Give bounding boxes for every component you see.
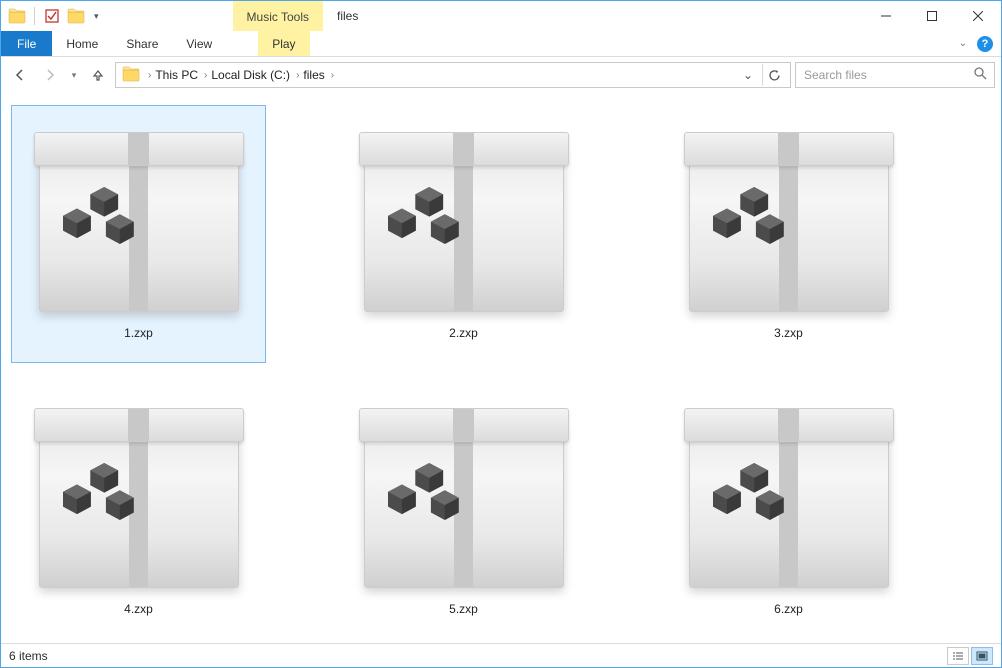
- help-icon[interactable]: ?: [977, 36, 993, 52]
- window-title: files: [323, 1, 372, 31]
- contextual-tab-area: Music Tools: [233, 1, 323, 31]
- qat-dropdown-icon[interactable]: ▾: [90, 11, 103, 22]
- address-bar[interactable]: › This PC› Local Disk (C:)› files› ⌄: [115, 62, 791, 88]
- ribbon-tabs: File Home Share View Play ⌄ ?: [1, 31, 1001, 57]
- minimize-button[interactable]: [863, 1, 909, 31]
- quick-access-toolbar: ▾: [1, 1, 103, 31]
- crumb-local-disk[interactable]: Local Disk (C:)›: [209, 68, 301, 82]
- forward-button[interactable]: [37, 62, 63, 88]
- crumb-root-chevron[interactable]: ›: [146, 70, 153, 81]
- crumb-this-pc[interactable]: This PC›: [153, 68, 209, 82]
- file-name: 6.zxp: [774, 602, 803, 616]
- back-button[interactable]: [7, 62, 33, 88]
- file-name: 4.zxp: [124, 602, 153, 616]
- zxp-file-icon: [364, 132, 564, 312]
- properties-icon[interactable]: [42, 6, 62, 26]
- navbar: ▾ › This PC› Local Disk (C:)› files› ⌄: [1, 57, 1001, 93]
- file-name: 5.zxp: [449, 602, 478, 616]
- tab-play[interactable]: Play: [258, 31, 309, 56]
- file-name: 2.zxp: [449, 326, 478, 340]
- tab-home[interactable]: Home: [52, 31, 112, 56]
- ribbon-collapse-icon[interactable]: ⌄: [955, 38, 971, 49]
- file-item[interactable]: 6.zxp: [661, 381, 916, 639]
- zxp-file-icon: [689, 408, 889, 588]
- view-toggle: [947, 647, 993, 665]
- crumb-files[interactable]: files›: [301, 68, 336, 82]
- file-item[interactable]: 1.zxp: [11, 105, 266, 363]
- address-folder-icon: [116, 65, 146, 86]
- search-box[interactable]: [795, 62, 995, 88]
- new-folder-icon[interactable]: [66, 6, 86, 26]
- content-pane[interactable]: 1.zxp 2.zxp 3.zxp 4.zxp 5.zxp 6.zxp: [1, 93, 1001, 643]
- address-dropdown-icon[interactable]: ⌄: [736, 64, 760, 86]
- file-item[interactable]: 4.zxp: [11, 381, 266, 639]
- zxp-file-icon: [364, 408, 564, 588]
- app-folder-icon: [7, 6, 27, 26]
- recent-locations-icon[interactable]: ▾: [67, 62, 81, 88]
- maximize-button[interactable]: [909, 1, 955, 31]
- file-name: 1.zxp: [124, 326, 153, 340]
- search-icon[interactable]: [972, 67, 988, 83]
- item-count: 6 items: [9, 649, 48, 663]
- file-item[interactable]: 3.zxp: [661, 105, 916, 363]
- details-view-button[interactable]: [947, 647, 969, 665]
- tab-file[interactable]: File: [1, 31, 52, 56]
- zxp-file-icon: [39, 408, 239, 588]
- up-button[interactable]: [85, 62, 111, 88]
- separator: [34, 7, 35, 25]
- large-icons-view-button[interactable]: [971, 647, 993, 665]
- status-bar: 6 items: [1, 643, 1001, 667]
- file-item[interactable]: 2.zxp: [336, 105, 591, 363]
- refresh-button[interactable]: [762, 64, 786, 86]
- title-bar: ▾ Music Tools files: [1, 1, 1001, 31]
- file-name: 3.zxp: [774, 326, 803, 340]
- close-button[interactable]: [955, 1, 1001, 31]
- search-input[interactable]: [802, 67, 972, 83]
- zxp-file-icon: [39, 132, 239, 312]
- zxp-file-icon: [689, 132, 889, 312]
- window-controls: [863, 1, 1001, 31]
- file-item[interactable]: 5.zxp: [336, 381, 591, 639]
- tab-share[interactable]: Share: [112, 31, 172, 56]
- tab-view[interactable]: View: [172, 31, 226, 56]
- context-tab-music-tools[interactable]: Music Tools: [233, 1, 323, 31]
